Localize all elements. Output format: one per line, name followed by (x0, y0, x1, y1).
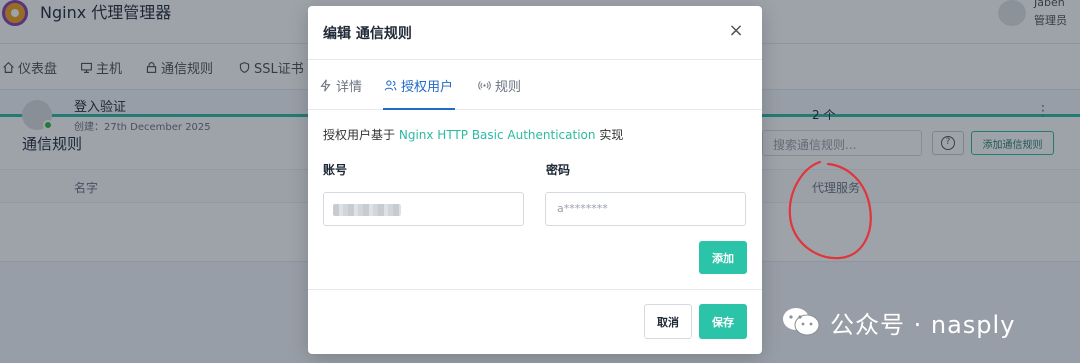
cancel-button[interactable]: 取消 (644, 304, 692, 339)
redacted-username (333, 204, 401, 216)
tab-label: 规则 (495, 80, 522, 95)
dialog-header: 编辑 通信规则 × (308, 6, 762, 60)
auth-description: 授权用户基于 Nginx HTTP Basic Authentication 实… (323, 126, 623, 143)
tab-authorized-users[interactable]: 授权用户 (384, 76, 453, 95)
close-icon[interactable]: × (726, 21, 746, 41)
username-label: 账号 (323, 163, 348, 177)
save-button[interactable]: 保存 (699, 304, 747, 339)
watermark: 公众号 · nasply (782, 300, 1015, 344)
tab-details[interactable]: 详情 (319, 76, 362, 95)
intro-prefix: 授权用户基于 (323, 128, 396, 142)
tab-label: 授权用户 (401, 80, 454, 95)
password-label: 密码 (546, 163, 571, 177)
wechat-icon (782, 306, 820, 338)
watermark-text: 公众号 · nasply (830, 310, 1016, 339)
intro-suffix: 实现 (599, 128, 624, 142)
bolt-icon (320, 79, 331, 92)
dialog-title: 编辑 通信规则 (323, 26, 412, 42)
users-icon (384, 80, 397, 91)
add-user-button[interactable]: 添加 (699, 241, 747, 274)
username-field[interactable] (323, 192, 524, 226)
active-tab-indicator (383, 108, 455, 110)
dialog-footer-divider (308, 289, 762, 290)
dialog-tabs: 详情 授权用户 规则 (308, 60, 762, 110)
tab-rules[interactable]: 规则 (478, 76, 521, 95)
password-field[interactable]: a******** (545, 192, 746, 226)
tab-label: 详情 (336, 80, 363, 95)
edit-rule-dialog: 编辑 通信规则 × 详情 授权用户 规则 授权用户基于 Nginx HTTP B… (308, 6, 762, 354)
basic-auth-link[interactable]: Nginx HTTP Basic Authentication (399, 128, 596, 142)
signal-icon (478, 81, 491, 90)
